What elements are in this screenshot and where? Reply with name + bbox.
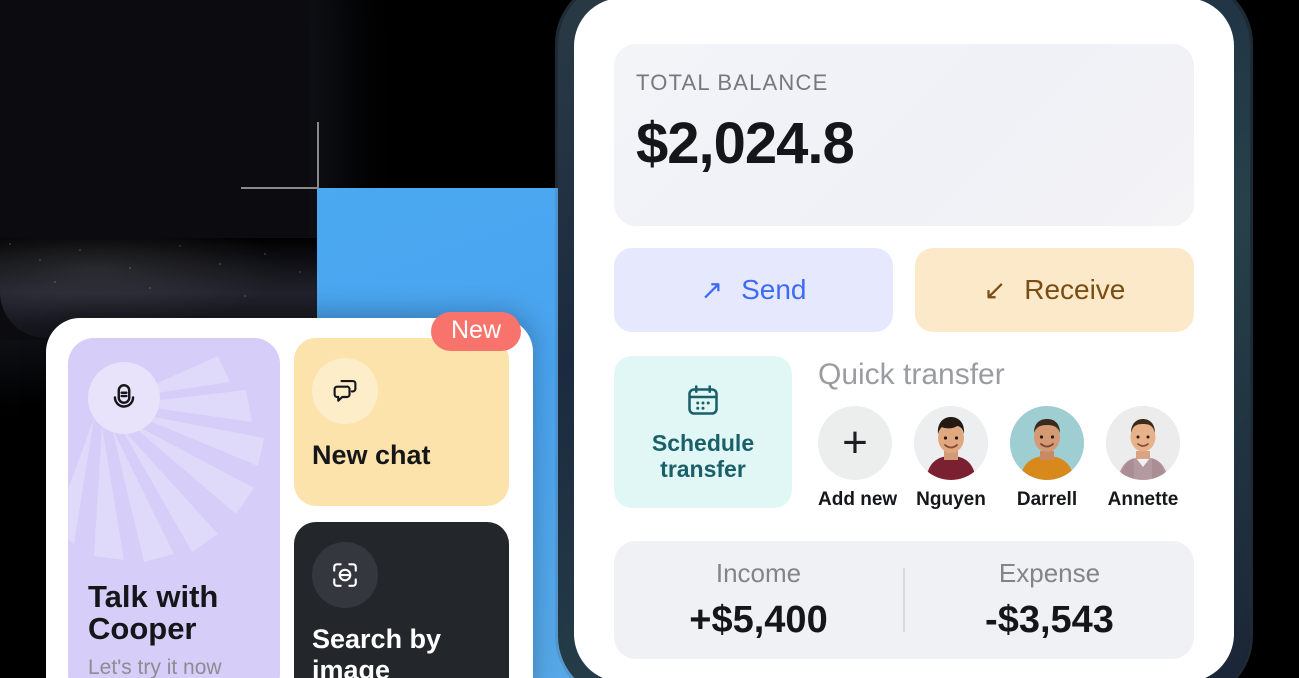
add-new-label: Add new bbox=[818, 489, 898, 510]
add-new-contact-button[interactable]: + Add new bbox=[818, 406, 898, 511]
photo-darrell bbox=[1010, 406, 1084, 480]
send-button-label: Send bbox=[741, 274, 807, 305]
quick-transfer-title: Quick transfer bbox=[818, 358, 1005, 391]
talk-card-text: Talk with Cooper Let's try it now bbox=[88, 578, 222, 678]
screenshot-stage: TOTAL BALANCE $2,024.8 ↗ Send ↙ Receive bbox=[0, 0, 1299, 678]
total-balance-amount: $2,024.8 bbox=[636, 111, 855, 176]
guide-line-vertical bbox=[317, 122, 319, 189]
send-button[interactable]: ↗ Send bbox=[614, 248, 893, 332]
search-card-title-line1: Search by bbox=[312, 624, 442, 654]
contact-annette[interactable]: Annette bbox=[1106, 406, 1180, 511]
avatar bbox=[914, 406, 988, 480]
photo-nguyen bbox=[914, 406, 988, 480]
assistant-phone-screen: Talk with Cooper Let's try it now New Ne… bbox=[46, 312, 533, 678]
quick-transfer-section: Schedule transfer Quick transfer + Add n… bbox=[614, 356, 1194, 511]
income-expense-card: Income +$5,400 Expense -$3,543 bbox=[614, 541, 1194, 659]
microphone-icon-circle bbox=[88, 362, 160, 434]
plus-icon: + bbox=[818, 406, 892, 480]
expense-value: -$3,543 bbox=[985, 599, 1114, 641]
arrow-down-left-icon: ↙ bbox=[983, 274, 1007, 305]
assistant-cards-grid: Talk with Cooper Let's try it now New Ne… bbox=[68, 312, 521, 678]
receive-button-label: Receive bbox=[1024, 274, 1126, 305]
search-by-image-card[interactable]: Search by image bbox=[294, 522, 509, 678]
talk-card-title-line1: Talk with bbox=[88, 578, 219, 614]
chat-bubbles-icon-circle bbox=[312, 358, 378, 424]
assistant-right-column: New New chat Search by image bbox=[294, 312, 521, 678]
guide-line-horizontal bbox=[241, 187, 318, 189]
status-badge: New bbox=[430, 312, 521, 351]
total-balance-card: TOTAL BALANCE $2,024.8 bbox=[614, 44, 1194, 226]
banking-phone-frame: TOTAL BALANCE $2,024.8 ↗ Send ↙ Receive bbox=[552, 0, 1256, 678]
income-value: +$5,400 bbox=[689, 599, 828, 641]
schedule-transfer-line1: Schedule bbox=[651, 429, 755, 456]
talk-card-subtitle: Let's try it now bbox=[88, 656, 222, 678]
search-card-title: Search by image bbox=[312, 624, 491, 678]
calendar-icon bbox=[688, 384, 718, 415]
income-label: Income bbox=[715, 558, 802, 588]
quick-transfer-people-list: + Add new Nguyen Darrell Annette bbox=[818, 406, 1194, 511]
search-card-title-line2: image bbox=[312, 655, 391, 678]
photo-annette bbox=[1106, 406, 1180, 480]
banking-phone-screen: TOTAL BALANCE $2,024.8 ↗ Send ↙ Receive bbox=[574, 0, 1234, 678]
contact-darrell[interactable]: Darrell bbox=[1010, 406, 1084, 511]
scan-image-icon-circle bbox=[312, 542, 378, 608]
avatar bbox=[1106, 406, 1180, 480]
receive-button[interactable]: ↙ Receive bbox=[915, 248, 1194, 332]
avatar bbox=[1010, 406, 1084, 480]
total-balance-label: TOTAL BALANCE bbox=[636, 70, 829, 95]
talk-card-title-line2: Cooper bbox=[88, 611, 197, 647]
scan-image-icon bbox=[333, 563, 357, 587]
income-column: Income +$5,400 bbox=[614, 558, 903, 642]
contact-nguyen-label: Nguyen bbox=[916, 489, 986, 510]
assistant-left-column: Talk with Cooper Let's try it now bbox=[68, 338, 280, 678]
microphone-icon bbox=[113, 384, 135, 408]
contact-nguyen[interactable]: Nguyen bbox=[914, 406, 988, 511]
talk-with-cooper-card[interactable]: Talk with Cooper Let's try it now bbox=[68, 338, 280, 678]
chat-bubbles-icon bbox=[333, 379, 357, 402]
contact-annette-label: Annette bbox=[1107, 489, 1179, 510]
new-chat-card[interactable]: New New chat bbox=[294, 312, 521, 506]
new-chat-card-title: New chat bbox=[312, 440, 431, 470]
expense-column: Expense -$3,543 bbox=[905, 558, 1194, 642]
balance-actions-row: ↗ Send ↙ Receive bbox=[614, 248, 1194, 332]
schedule-transfer-button[interactable]: Schedule transfer bbox=[614, 356, 792, 508]
quick-transfer-content: Quick transfer + Add new Nguyen Darrell … bbox=[792, 356, 1194, 511]
schedule-transfer-label: Schedule transfer bbox=[652, 430, 754, 483]
contact-darrell-label: Darrell bbox=[1016, 489, 1078, 510]
expense-label: Expense bbox=[998, 558, 1101, 588]
arrow-up-right-icon: ↗ bbox=[700, 274, 724, 305]
schedule-transfer-line2: transfer bbox=[660, 456, 746, 482]
